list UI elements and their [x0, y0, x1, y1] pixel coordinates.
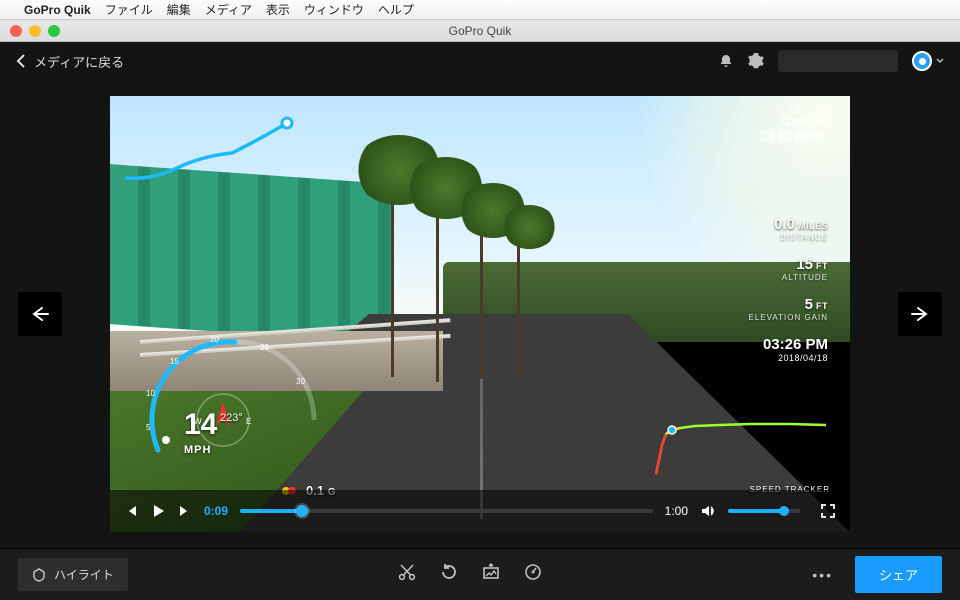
menubar-app-name[interactable]: GoPro Quik [24, 3, 91, 17]
speed-gauge: 5 10 15 20 25 30 W E 223° 14 MPH [128, 310, 338, 480]
settings-icon[interactable] [748, 53, 764, 69]
seek-bar[interactable] [240, 509, 653, 513]
svg-text:20: 20 [210, 335, 219, 344]
fullscreen-button[interactable] [820, 503, 836, 519]
svg-text:5: 5 [146, 423, 151, 432]
search-field[interactable] [778, 50, 898, 72]
menu-help[interactable]: ヘルプ [378, 1, 414, 18]
chevron-left-icon [16, 54, 26, 68]
svg-text:30: 30 [296, 377, 305, 386]
next-frame-button[interactable] [178, 504, 192, 518]
more-button[interactable]: ••• [812, 567, 833, 583]
prev-media-button[interactable] [18, 292, 62, 336]
menu-window[interactable]: ウィンドウ [304, 1, 364, 18]
svg-text:E: E [246, 417, 251, 426]
telemetry-time: 03:26 PM 2018/04/18 [749, 336, 829, 363]
speed-tracker-graph: SPEED TRACKER [650, 410, 830, 480]
menu-file[interactable]: ファイル [105, 1, 153, 18]
account-menu[interactable] [912, 51, 944, 71]
current-time: 0:09 [204, 504, 228, 518]
frame-grab-button[interactable] [481, 562, 501, 587]
menu-edit[interactable]: 編集 [167, 1, 191, 18]
gauges-button[interactable] [523, 562, 543, 587]
window-title: GoPro Quik [0, 24, 960, 38]
video-viewport[interactable]: GoPro 5 10 15 20 25 30 [110, 96, 850, 532]
duration: 1:00 [665, 504, 688, 518]
bottom-toolbar: ハイライト ••• シェア [0, 548, 960, 600]
app-header: メディアに戻る [0, 42, 960, 80]
volume-icon[interactable] [700, 503, 716, 519]
avatar-icon [912, 51, 932, 71]
back-label: メディアに戻る [34, 52, 124, 71]
svg-text:10: 10 [146, 389, 155, 398]
notifications-icon[interactable] [718, 53, 734, 69]
gopro-logo: GoPro [761, 114, 826, 141]
trim-button[interactable] [397, 562, 417, 587]
gps-track-overlay [122, 108, 322, 198]
heading-value: 223° [220, 412, 243, 424]
svg-text:25: 25 [260, 343, 269, 352]
menu-view[interactable]: 表示 [266, 1, 290, 18]
svg-text:15: 15 [170, 357, 179, 366]
prev-frame-button[interactable] [124, 504, 138, 518]
menu-media[interactable]: メディア [205, 1, 252, 18]
mac-menubar: GoPro Quik ファイル 編集 メディア 表示 ウィンドウ ヘルプ [0, 0, 960, 20]
player-controls: 0:09 1:00 [110, 490, 850, 532]
share-button[interactable]: シェア [855, 556, 942, 593]
rotate-button[interactable] [439, 562, 459, 587]
back-to-media-button[interactable]: メディアに戻る [16, 52, 124, 71]
volume-slider[interactable] [728, 509, 800, 513]
telemetry-distance: 0.0MILES DISTANCE [749, 216, 829, 242]
highlight-icon [32, 568, 46, 582]
play-button[interactable] [150, 503, 166, 519]
speed-value: 14 MPH [184, 410, 217, 458]
chevron-down-icon [936, 58, 944, 64]
telemetry-elevation-gain: 5FT ELEVATION GAIN [749, 296, 829, 322]
next-media-button[interactable] [898, 292, 942, 336]
highlight-button[interactable]: ハイライト [18, 558, 128, 591]
window-titlebar: GoPro Quik [0, 20, 960, 42]
media-stage: GoPro 5 10 15 20 25 30 [0, 80, 960, 548]
telemetry-altitude: 15FT ALTITUDE [749, 256, 829, 282]
telemetry-panel: 0.0MILES DISTANCE 15FT ALTITUDE 5FT ELEV… [749, 216, 829, 377]
